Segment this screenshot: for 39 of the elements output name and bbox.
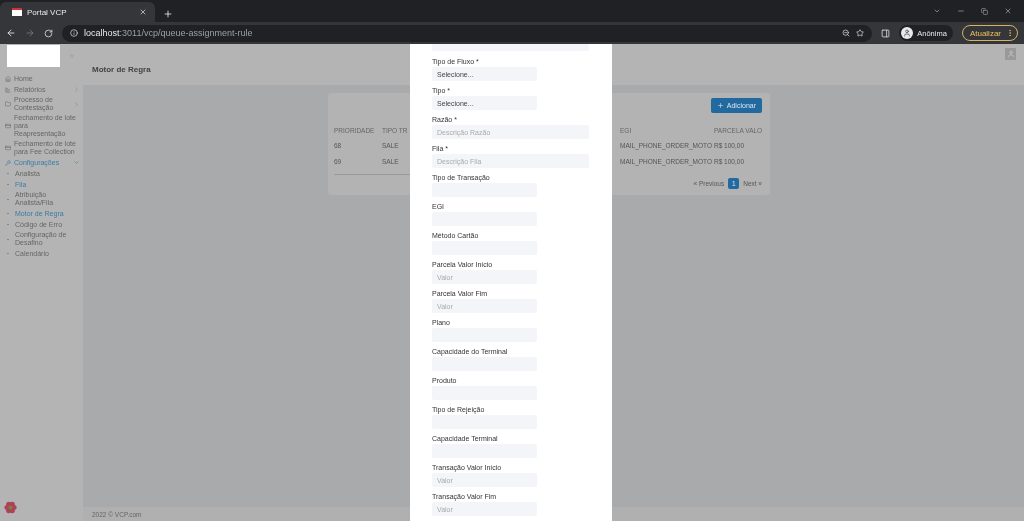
page-title: Motor de Regra: [92, 65, 151, 74]
incognito-icon: [901, 27, 914, 39]
zoom-out-icon[interactable]: [842, 29, 851, 37]
url-text: localhost:3011/vcp/queue-assignment-rule: [84, 28, 253, 38]
browser-tab[interactable]: Portal VCP: [0, 2, 155, 22]
chevron-down-icon[interactable]: [933, 7, 941, 15]
reload-icon[interactable]: [44, 28, 53, 38]
site-favicon-icon: [12, 8, 22, 16]
card-icon: [5, 123, 11, 129]
user-avatar-icon[interactable]: [1005, 48, 1016, 60]
bullet-dash: [7, 173, 9, 174]
chart-icon: [5, 86, 11, 93]
card-icon: [5, 145, 11, 151]
bullet-dash: [7, 253, 9, 254]
star-icon[interactable]: [856, 29, 865, 37]
bullet-dash: [7, 213, 9, 214]
plus-icon: [716, 102, 724, 109]
forward-icon[interactable]: [25, 28, 35, 38]
tab-title: Portal VCP: [27, 7, 68, 17]
close-icon[interactable]: [1004, 7, 1012, 15]
folder-icon: [5, 101, 11, 107]
home-icon: [5, 75, 11, 82]
restore-icon[interactable]: [981, 7, 988, 15]
bullet-dash: [7, 198, 9, 200]
bullet-dash: [7, 238, 9, 240]
bullet-dash: [7, 224, 9, 225]
wrench-icon: [5, 159, 11, 166]
back-icon[interactable]: [6, 28, 16, 38]
kebab-menu-icon: [1006, 29, 1014, 37]
info-icon[interactable]: [70, 29, 78, 37]
new-tab-icon[interactable]: [163, 9, 173, 19]
side-panel-icon[interactable]: [881, 28, 891, 38]
bullet-dash: [7, 184, 9, 185]
flower-logo-icon: [4, 501, 17, 514]
input-field[interactable]: [432, 44, 589, 51]
update-button[interactable]: Atualizar: [961, 25, 1018, 41]
minimize-icon[interactable]: [957, 7, 965, 15]
address-bar[interactable]: localhost:3011/vcp/queue-assignment-rule: [62, 24, 873, 42]
logo-placeholder: [7, 44, 60, 67]
